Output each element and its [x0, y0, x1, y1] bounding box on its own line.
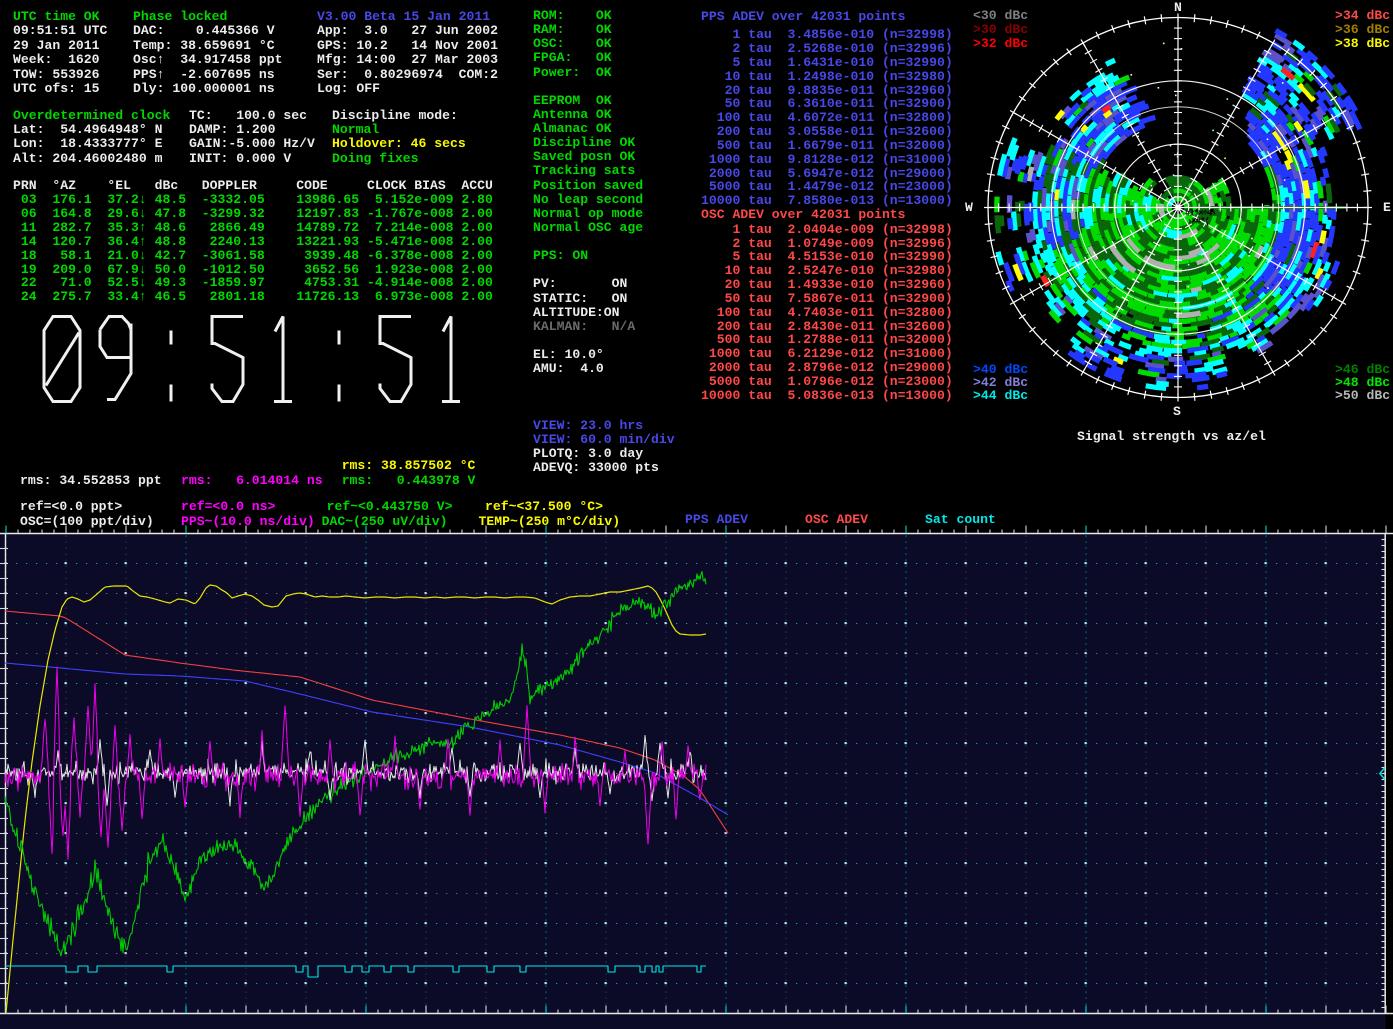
svg-text:›×#*(: ›×#*( — [1187, 217, 1210, 227]
